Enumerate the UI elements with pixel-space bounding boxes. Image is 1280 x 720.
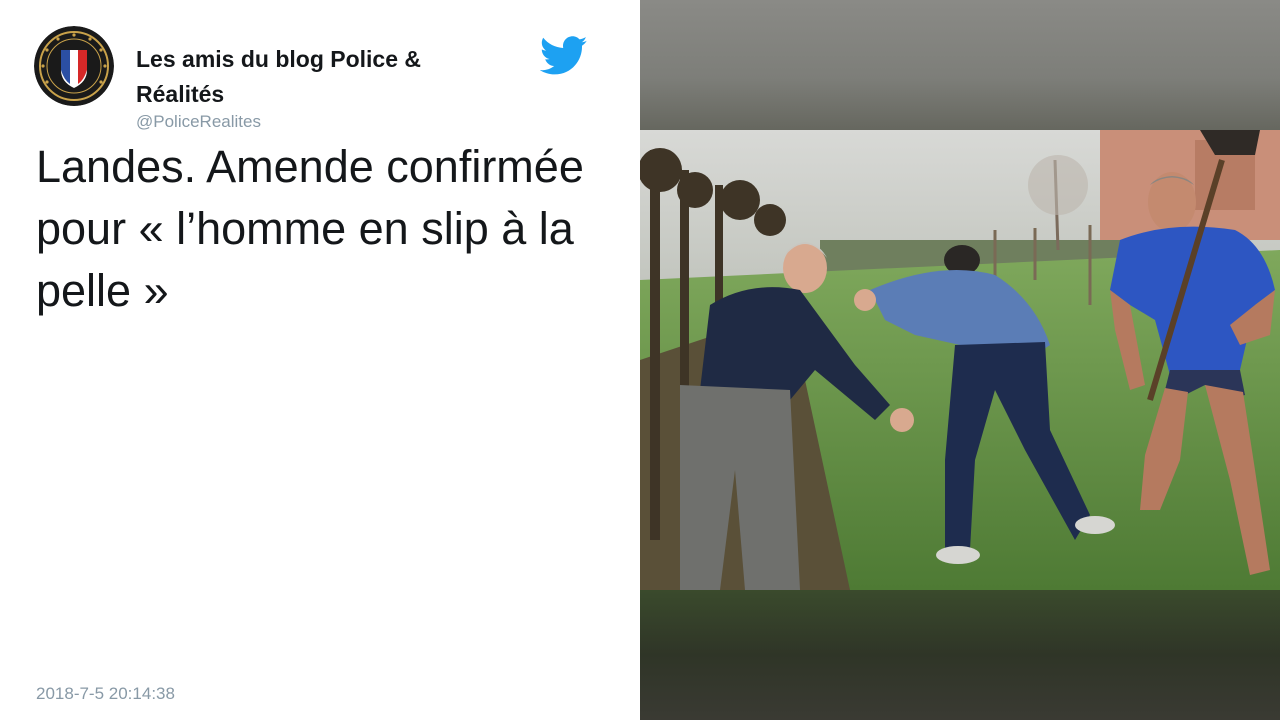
tweet-media[interactable] [640,0,1280,720]
tweet-timestamp[interactable]: 2018-7-5 20:14:38 [36,684,175,704]
tweet-card: Les amis du blog Police & Réalités @Poli… [0,0,640,720]
author-handle[interactable]: @PoliceRealites [136,112,261,132]
twitter-bird-icon[interactable] [539,36,588,76]
avatar[interactable] [34,26,114,106]
tweet-text: Landes. Amende confirmée pour « l’homme … [36,141,584,316]
author-name[interactable]: Les amis du blog Police & Réalités [136,42,466,112]
media-blurred-backdrop-bottom [640,590,1280,720]
police-badge-avatar-icon [34,26,114,106]
media-blurred-backdrop-top [640,0,1280,130]
tweet-photo[interactable] [640,130,1280,590]
